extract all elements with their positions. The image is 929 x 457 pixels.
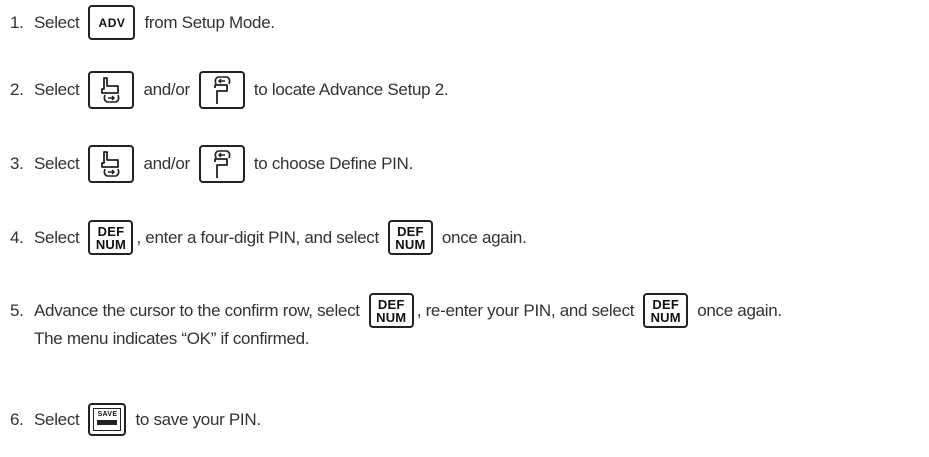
step-text: , enter a four-digit PIN, and select <box>136 227 379 247</box>
step-6: 6. Select SAVE to save your PIN. <box>10 403 261 436</box>
def-num-key-bottom: NUM <box>650 309 681 325</box>
step-text: to save your PIN. <box>135 409 261 429</box>
step-text: Advance the cursor to the confirm row, s… <box>34 300 360 320</box>
step-number: 2. <box>10 80 24 99</box>
def-num-key-top: DEF <box>652 296 679 312</box>
scroll-up-hand-icon <box>198 145 245 183</box>
step-5: 5. Advance the cursor to the confirm row… <box>10 293 782 328</box>
step-number: 4. <box>10 227 24 247</box>
adv-key: ADV <box>88 5 136 40</box>
step-number: 6. <box>10 409 24 429</box>
def-num-key-bottom: NUM <box>376 309 407 325</box>
step-text: to choose Define PIN. <box>253 154 413 173</box>
step-1: 1. Select ADV from Setup Mode. <box>10 5 275 40</box>
step-text: Select <box>34 227 80 247</box>
scroll-down-hand-icon <box>88 145 135 183</box>
step-number: 1. <box>10 12 24 32</box>
save-key: SAVE <box>88 403 127 436</box>
step-text: to locate Advance Setup 2. <box>253 80 449 99</box>
save-key-bar <box>97 420 118 425</box>
step-text: and/or <box>143 80 190 99</box>
def-num-key: DEF NUM <box>88 220 134 255</box>
def-num-key: DEF NUM <box>643 293 689 328</box>
step-number: 5. <box>10 300 24 320</box>
def-num-key: DEF NUM <box>368 293 414 328</box>
scroll-up-hand-icon <box>198 71 245 109</box>
adv-key-label: ADV <box>98 15 126 30</box>
step-text: Select <box>34 12 80 32</box>
scroll-down-hand-icon <box>88 71 135 109</box>
step-text: from Setup Mode. <box>144 12 275 32</box>
def-num-key: DEF NUM <box>387 220 433 255</box>
step-text: Select <box>34 154 80 173</box>
def-num-key-bottom: NUM <box>395 236 426 252</box>
step-2: 2. Select and/or to locate Advance Setup… <box>10 71 449 109</box>
step-text: , re-enter your PIN, and select <box>416 300 635 320</box>
step-text: Select <box>34 80 80 99</box>
def-num-key-top: DEF <box>97 223 125 239</box>
step-5-continuation: The menu indicates “OK” if confirmed. <box>34 329 310 348</box>
step-text: Select <box>34 409 80 429</box>
step-text: and/or <box>143 154 190 173</box>
step-3: 3. Select and/or to choose Define PIN. <box>10 145 413 183</box>
save-key-label: SAVE <box>97 411 118 418</box>
step-text: once again. <box>697 300 782 320</box>
step-number: 3. <box>10 154 24 173</box>
save-icon: SAVE <box>93 408 122 431</box>
def-num-key-bottom: NUM <box>95 236 127 252</box>
def-num-key-top: DEF <box>377 296 405 312</box>
step-4: 4. Select DEF NUM , enter a four-digit P… <box>10 220 527 255</box>
step-text: once again. <box>441 227 527 247</box>
def-num-key-top: DEF <box>397 223 424 239</box>
